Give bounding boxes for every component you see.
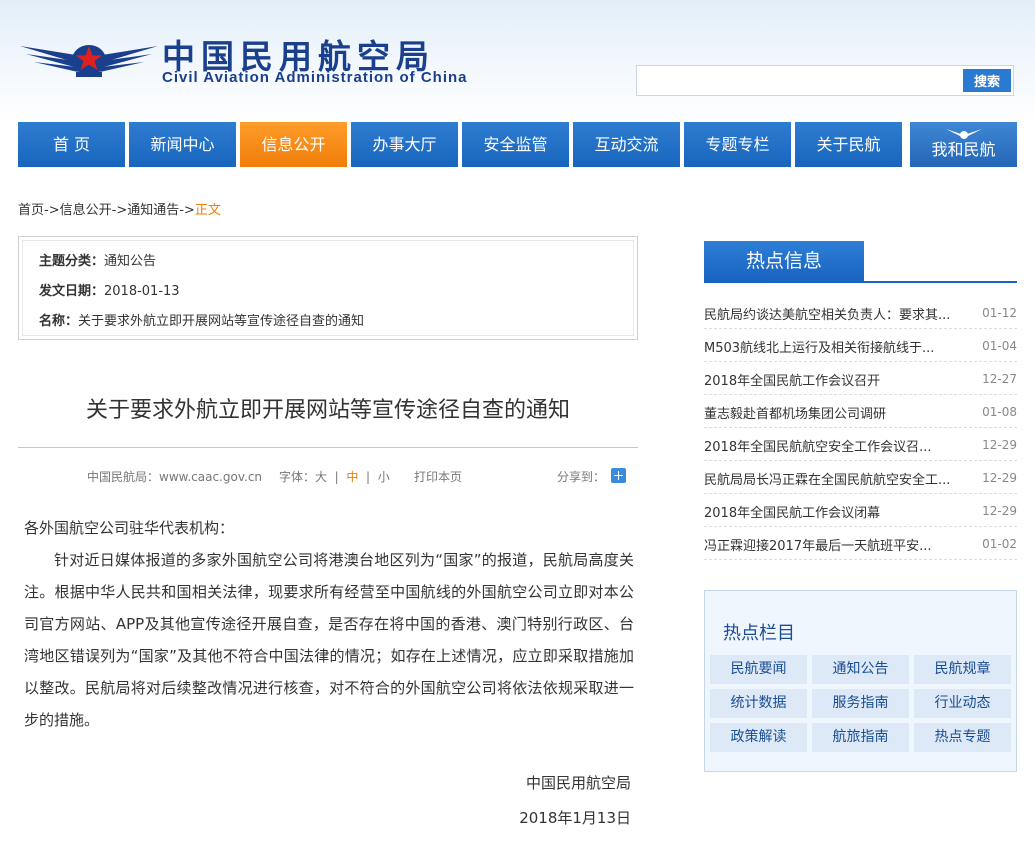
document-meta-box: 主题分类：通知公告 发文日期：2018-01-13 名称：关于要求外航立即开展网… <box>18 236 638 340</box>
hot-news-title[interactable]: 2018年全国民航工作会议闭幕 <box>704 502 880 521</box>
title-divider <box>18 447 638 448</box>
meta-date-value: 2018-01-13 <box>104 284 180 299</box>
hot-news-item[interactable]: 2018年全国民航工作会议闭幕 12-29 <box>704 494 1017 527</box>
wing-icon <box>946 129 982 139</box>
nav-item-news[interactable]: 新闻中心 <box>129 122 236 167</box>
breadcrumb-notices[interactable]: 通知通告 <box>127 203 179 218</box>
font-size-medium[interactable]: 中 <box>346 470 358 484</box>
font-size-divider: | <box>362 470 374 484</box>
meta-name-value: 关于要求外航立即开展网站等宣传途径自查的通知 <box>78 314 365 329</box>
nav-item-label: 我和民航 <box>931 140 996 159</box>
font-size-divider: | <box>330 470 343 484</box>
column-button-policy-interpretation[interactable]: 政策解读 <box>710 723 807 752</box>
article-source: 中国民航局：www.caac.gov.cn <box>87 470 263 484</box>
main-nav: 首 页 新闻中心 信息公开 办事大厅 安全监管 互动交流 专题专栏 关于民航 我… <box>18 122 1017 167</box>
meta-category-label: 主题分类： <box>39 254 105 269</box>
nav-item-service-hall[interactable]: 办事大厅 <box>351 122 458 167</box>
column-button-service-guide[interactable]: 服务指南 <box>812 689 909 718</box>
font-size-control: 字体：大 | 中 | 小 <box>279 468 390 485</box>
hot-news-title[interactable]: 冯正霖迎接2017年最后一天航班平安... <box>704 535 931 554</box>
breadcrumb-separator: -> <box>44 203 60 218</box>
hot-news-date: 01-04 <box>982 339 1017 353</box>
article-title: 关于要求外航立即开展网站等宣传途径自查的通知 <box>85 398 570 423</box>
hot-news-title[interactable]: M503航线北上运行及相关衔接航线于... <box>704 337 934 356</box>
share-label: 分享到： <box>557 470 606 484</box>
meta-date-label: 发文日期： <box>39 284 105 299</box>
breadcrumb-home[interactable]: 首页 <box>18 203 44 218</box>
hot-news-title[interactable]: 民航局局长冯正霖在全国民航航空安全工... <box>704 469 950 488</box>
breadcrumb-current: 正文 <box>194 203 221 218</box>
share-plus-icon[interactable] <box>611 468 626 483</box>
font-size-small[interactable]: 小 <box>378 470 390 484</box>
nav-item-safety[interactable]: 安全监管 <box>462 122 569 167</box>
site-subtitle: Civil Aviation Administration of China <box>162 69 468 86</box>
hot-news-date: 12-27 <box>982 372 1017 386</box>
hot-info-underline <box>704 281 1017 283</box>
column-button-statistics[interactable]: 统计数据 <box>710 689 807 718</box>
meta-name-label: 名称： <box>39 314 79 329</box>
hot-news-date: 12-29 <box>982 504 1017 518</box>
hot-news-item[interactable]: M503航线北上运行及相关衔接航线于... 01-04 <box>704 329 1017 362</box>
column-button-notices[interactable]: 通知公告 <box>812 655 909 684</box>
nav-item-about[interactable]: 关于民航 <box>795 122 902 167</box>
hot-news-date: 12-29 <box>982 471 1017 485</box>
hot-news-date: 01-08 <box>982 405 1017 419</box>
meta-category-value: 通知公告 <box>104 254 157 269</box>
hot-news-item[interactable]: 民航局约谈达美航空相关负责人：要求其... 01-12 <box>704 296 1017 329</box>
breadcrumb-separator: -> <box>179 203 195 218</box>
hot-news-title[interactable]: 2018年全国民航工作会议召开 <box>704 370 880 389</box>
nav-item-me-and-caac[interactable]: 我和民航 <box>910 122 1017 167</box>
meta-category-row: 主题分类：通知公告 <box>39 250 156 269</box>
nav-item-home[interactable]: 首 页 <box>18 122 125 167</box>
hot-news-item[interactable]: 董志毅赴首都机场集团公司调研 01-08 <box>704 395 1017 428</box>
hot-news-item[interactable]: 2018年全国民航航空安全工作会议召... 12-29 <box>704 428 1017 461</box>
hot-news-date: 01-02 <box>982 537 1017 551</box>
hot-columns-title: 热点栏目 <box>723 623 795 644</box>
hot-news-title[interactable]: 董志毅赴首都机场集团公司调研 <box>704 403 886 422</box>
caac-wing-logo-icon[interactable] <box>18 38 160 82</box>
search-input[interactable] <box>641 69 959 92</box>
hot-news-title[interactable]: 2018年全国民航航空安全工作会议召... <box>704 436 931 455</box>
hot-news-item[interactable]: 民航局局长冯正霖在全国民航航空安全工... 12-29 <box>704 461 1017 494</box>
hot-news-item[interactable]: 冯正霖迎接2017年最后一天航班平安... 01-02 <box>704 527 1017 560</box>
article-signature: 中国民用航空局 <box>525 774 631 792</box>
article-salutation: 各外国航空公司驻华代表机构： <box>24 519 235 537</box>
column-button-industry-news[interactable]: 行业动态 <box>914 689 1011 718</box>
article-sign-date: 2018年1月13日 <box>519 809 631 827</box>
hot-news-item[interactable]: 2018年全国民航工作会议召开 12-27 <box>704 362 1017 395</box>
breadcrumb-separator: -> <box>111 203 128 218</box>
site-header: 中国民用航空局 Civil Aviation Administration of… <box>0 0 1035 122</box>
hot-news-title[interactable]: 民航局约谈达美航空相关负责人：要求其... <box>704 304 950 323</box>
meta-date-row: 发文日期：2018-01-13 <box>39 280 180 299</box>
nav-item-info-disclosure[interactable]: 信息公开 <box>240 122 347 167</box>
column-button-travel-guide[interactable]: 航旅指南 <box>812 723 909 752</box>
hot-columns-box: 热点栏目 民航要闻 通知公告 民航规章 统计数据 服务指南 行业动态 政策解读 … <box>704 590 1017 772</box>
column-button-civil-aviation-news[interactable]: 民航要闻 <box>710 655 807 684</box>
print-page-link[interactable]: 打印本页 <box>414 468 462 485</box>
search-box: 搜索 <box>636 65 1014 96</box>
breadcrumb-info-disclosure[interactable]: 信息公开 <box>60 203 112 218</box>
font-size-large[interactable]: 大 <box>315 470 327 484</box>
column-button-hot-topics[interactable]: 热点专题 <box>914 723 1011 752</box>
hot-news-date: 01-12 <box>982 306 1017 320</box>
column-button-regulations[interactable]: 民航规章 <box>914 655 1011 684</box>
hot-news-date: 12-29 <box>982 438 1017 452</box>
search-button[interactable]: 搜索 <box>963 69 1011 92</box>
hot-info-tab[interactable]: 热点信息 <box>704 241 864 281</box>
breadcrumb: 首页->信息公开->通知通告->正文 <box>18 199 221 218</box>
nav-item-special-topics[interactable]: 专题专栏 <box>684 122 791 167</box>
article-paragraph: 针对近日媒体报道的多家外国航空公司将港澳台地区列为“国家”的报道，民航局高度关注… <box>24 551 634 729</box>
nav-item-interaction[interactable]: 互动交流 <box>573 122 680 167</box>
font-size-label: 字体： <box>279 470 316 484</box>
meta-name-row: 名称：关于要求外航立即开展网站等宣传途径自查的通知 <box>39 310 364 329</box>
